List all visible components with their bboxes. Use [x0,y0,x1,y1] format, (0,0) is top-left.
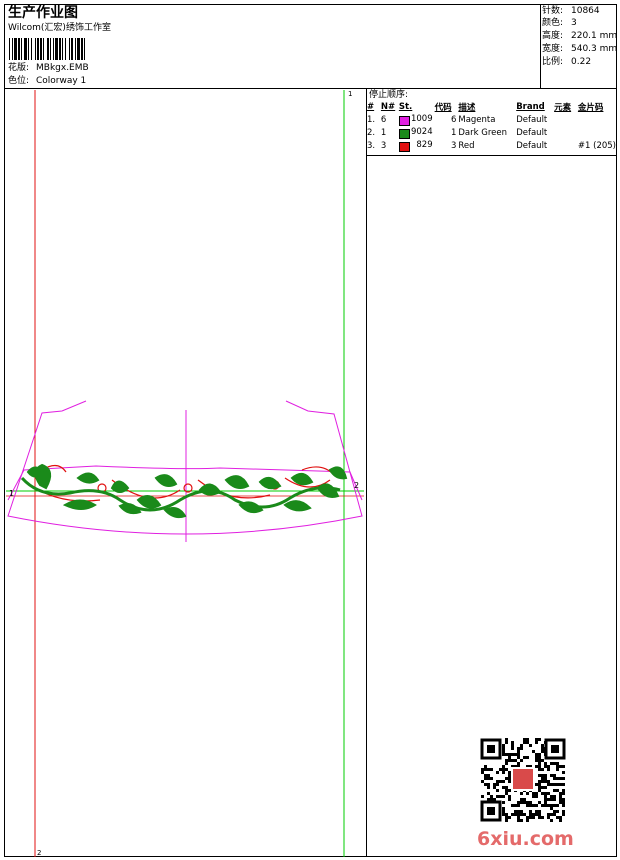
marker-right: 2 [354,481,359,490]
marker-bottom: 2 [37,849,41,857]
qr-code [480,738,566,822]
watermark: 6xiu.com [477,828,574,850]
marker-top: 1 [348,90,352,98]
qr-seal [511,767,535,791]
embroidery-canvas: 1 2 1 2 [6,90,364,857]
marker-left: 1 [9,489,14,498]
